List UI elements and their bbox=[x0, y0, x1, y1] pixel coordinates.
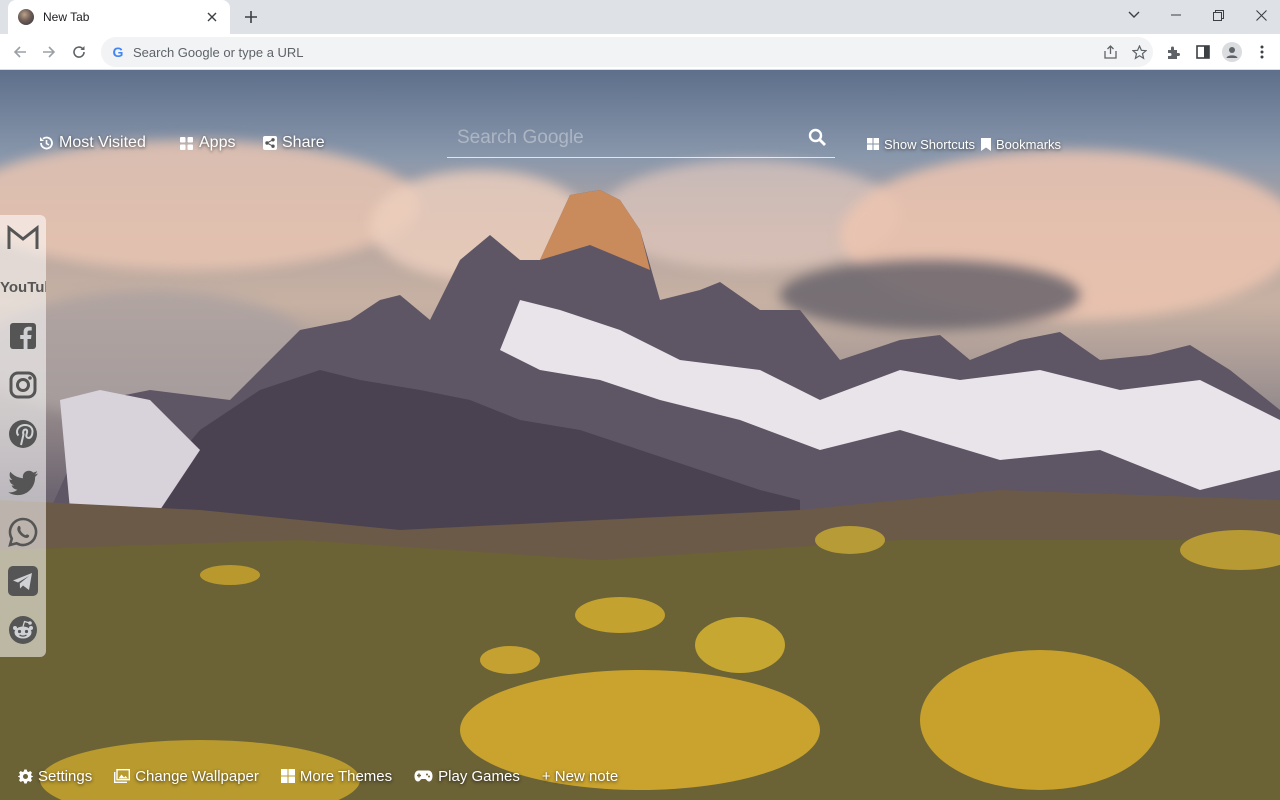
history-icon bbox=[38, 135, 54, 151]
tab-new-tab[interactable]: New Tab bbox=[8, 0, 230, 34]
tab-favicon-icon bbox=[18, 9, 34, 25]
forward-icon[interactable] bbox=[36, 39, 62, 65]
new-tab-button[interactable] bbox=[240, 6, 262, 28]
themes-grid-icon bbox=[280, 769, 295, 783]
browser-toolbar: G Search Google or type a URL bbox=[0, 34, 1280, 70]
address-bar[interactable]: G Search Google or type a URL bbox=[101, 37, 1153, 67]
more-themes-label: More Themes bbox=[299, 767, 393, 785]
reload-icon[interactable] bbox=[66, 39, 92, 65]
gamepad-icon bbox=[414, 770, 433, 782]
apps-label: Apps bbox=[199, 134, 236, 151]
back-icon[interactable] bbox=[7, 39, 33, 65]
show-shortcuts-link[interactable]: Show Shortcuts bbox=[867, 133, 975, 155]
flower-bush bbox=[920, 650, 1160, 790]
search-input[interactable] bbox=[447, 126, 799, 149]
new-note-label: + New note bbox=[541, 767, 619, 785]
bottom-toolbar: Settings Change Wallpaper More Themes Pl… bbox=[18, 764, 640, 788]
show-shortcuts-label: Show Shortcuts bbox=[884, 136, 976, 152]
social-sidebar: YouTube bbox=[0, 215, 46, 657]
new-note-button[interactable]: + New note bbox=[542, 768, 618, 785]
restore-icon[interactable] bbox=[1205, 4, 1231, 26]
bookmarks-link[interactable]: Bookmarks bbox=[981, 133, 1061, 155]
flower-bush bbox=[575, 597, 665, 633]
most-visited-link[interactable]: Most Visited bbox=[38, 132, 146, 154]
settings-label: Settings bbox=[38, 767, 93, 785]
change-wallpaper-button[interactable]: Change Wallpaper bbox=[114, 768, 259, 785]
tab-close-icon[interactable] bbox=[204, 9, 220, 25]
share-label: Share bbox=[282, 134, 325, 151]
gmail-icon[interactable] bbox=[6, 221, 40, 255]
profile-avatar[interactable] bbox=[1219, 39, 1245, 65]
search-icon[interactable] bbox=[799, 120, 835, 156]
wallpaper-scenery bbox=[0, 190, 1280, 800]
apps-link[interactable]: Apps bbox=[179, 132, 235, 154]
menu-icon[interactable] bbox=[1249, 39, 1275, 65]
flower-bush bbox=[200, 565, 260, 585]
play-games-button[interactable]: Play Games bbox=[414, 768, 520, 785]
flower-bush bbox=[695, 617, 785, 673]
search-box bbox=[447, 118, 835, 158]
pinterest-icon[interactable] bbox=[6, 417, 40, 451]
share-icon bbox=[263, 136, 277, 150]
twitter-icon[interactable] bbox=[6, 466, 40, 500]
telegram-icon[interactable] bbox=[6, 564, 40, 598]
gear-icon bbox=[18, 769, 33, 784]
apps-grid-icon bbox=[179, 136, 194, 151]
whatsapp-icon[interactable] bbox=[6, 515, 40, 549]
more-themes-button[interactable]: More Themes bbox=[280, 767, 393, 785]
flower-bush bbox=[815, 526, 885, 554]
svg-text:YouTube: YouTube bbox=[0, 279, 46, 296]
reddit-icon[interactable] bbox=[6, 613, 40, 647]
youtube-icon[interactable]: YouTube bbox=[0, 270, 46, 304]
extensions-icon[interactable] bbox=[1160, 39, 1186, 65]
shortcuts-grid-icon bbox=[867, 138, 879, 150]
share-page-icon[interactable] bbox=[1097, 38, 1125, 66]
tab-search-icon[interactable] bbox=[1121, 4, 1147, 26]
close-window-icon[interactable] bbox=[1248, 4, 1274, 26]
instagram-icon[interactable] bbox=[6, 368, 40, 402]
tab-title: New Tab bbox=[43, 10, 90, 24]
side-panel-icon[interactable] bbox=[1190, 39, 1216, 65]
wallpaper-icon bbox=[114, 769, 131, 783]
new-tab-page: Most Visited Apps Share Show Shortcuts B… bbox=[0, 70, 1280, 800]
flower-bush bbox=[480, 646, 540, 674]
bookmark-icon bbox=[981, 137, 991, 151]
change-wallpaper-label: Change Wallpaper bbox=[135, 767, 259, 785]
tab-strip: New Tab bbox=[0, 0, 1280, 34]
settings-button[interactable]: Settings bbox=[18, 768, 92, 785]
google-icon: G bbox=[112, 44, 124, 60]
bookmarks-label: Bookmarks bbox=[996, 136, 1062, 152]
address-bar-placeholder: Search Google or type a URL bbox=[133, 44, 304, 60]
share-link[interactable]: Share bbox=[263, 132, 325, 154]
play-games-label: Play Games bbox=[438, 767, 520, 785]
minimize-icon[interactable] bbox=[1163, 4, 1189, 26]
bookmark-star-icon[interactable] bbox=[1125, 38, 1153, 66]
facebook-icon[interactable] bbox=[6, 319, 40, 353]
most-visited-label: Most Visited bbox=[59, 134, 146, 151]
